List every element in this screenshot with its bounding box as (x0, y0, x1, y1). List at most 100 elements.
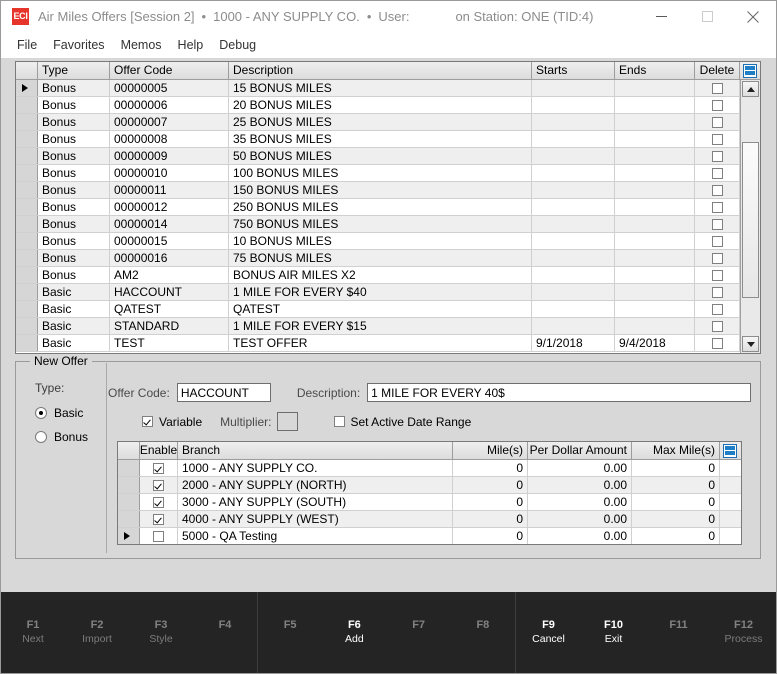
function-key-f3[interactable]: F3 Style (129, 592, 193, 646)
cell-description[interactable]: 50 BONUS MILES (229, 148, 532, 164)
row-selector-cell[interactable] (16, 131, 38, 147)
table-row[interactable]: Basic STANDARD 1 MILE FOR EVERY $15 (16, 318, 740, 335)
function-key-f2[interactable]: F2 Import (65, 592, 129, 646)
cell-offer-code[interactable]: 00000011 (110, 182, 229, 198)
function-key-f1[interactable]: F1 Next (1, 592, 65, 646)
cell-enable[interactable] (140, 511, 178, 527)
offers-header-starts[interactable]: Starts (532, 62, 615, 79)
cell-ends[interactable] (615, 216, 695, 232)
menu-item-help[interactable]: Help (170, 35, 212, 55)
cell-starts[interactable] (532, 216, 615, 232)
cell-offer-code[interactable]: 00000005 (110, 80, 229, 96)
offers-grid-menu-button[interactable] (740, 62, 760, 79)
scroll-up-button[interactable] (742, 81, 759, 97)
cell-type[interactable]: Bonus (38, 97, 110, 113)
cell-description[interactable]: 25 BONUS MILES (229, 114, 532, 130)
cell-starts[interactable]: 9/1/2018 (532, 335, 615, 351)
cell-ends[interactable] (615, 131, 695, 147)
cell-description[interactable]: TEST OFFER (229, 335, 532, 351)
cell-description[interactable]: 1 MILE FOR EVERY $15 (229, 318, 532, 334)
menu-item-file[interactable]: File (9, 35, 45, 55)
cell-delete[interactable] (695, 250, 740, 266)
table-row[interactable]: Bonus 00000016 75 BONUS MILES (16, 250, 740, 267)
enable-checkbox-icon[interactable] (153, 513, 164, 525)
menu-item-memos[interactable]: Memos (113, 35, 170, 55)
row-selector-cell[interactable] (16, 97, 38, 113)
cell-description[interactable]: 20 BONUS MILES (229, 97, 532, 113)
function-key-f8[interactable]: F8 (451, 592, 515, 633)
cell-delete[interactable] (695, 131, 740, 147)
table-row[interactable]: Bonus 00000005 15 BONUS MILES (16, 80, 740, 97)
scroll-down-button[interactable] (742, 336, 759, 352)
cell-description[interactable]: 1 MILE FOR EVERY $40 (229, 284, 532, 300)
offers-header-type[interactable]: Type (38, 62, 110, 79)
cell-delete[interactable] (695, 233, 740, 249)
cell-starts[interactable] (532, 318, 615, 334)
function-key-f6[interactable]: F6 Add (322, 592, 386, 646)
cell-offer-code[interactable]: 00000012 (110, 199, 229, 215)
cell-per-dollar-amount[interactable]: 0.00 (528, 494, 632, 510)
function-key-f10[interactable]: F10 Exit (581, 592, 646, 646)
cell-miles[interactable]: 0 (453, 494, 528, 510)
cell-delete[interactable] (695, 165, 740, 181)
cell-delete[interactable] (695, 97, 740, 113)
table-row[interactable]: Bonus AM2 BONUS AIR MILES X2 (16, 267, 740, 284)
variable-checkbox[interactable]: Variable (142, 415, 202, 429)
cell-delete[interactable] (695, 318, 740, 334)
cell-ends[interactable] (615, 182, 695, 198)
cell-branch[interactable]: 2000 - ANY SUPPLY (NORTH) (178, 477, 453, 493)
radio-option-bonus[interactable]: Bonus (35, 430, 106, 444)
cell-miles[interactable]: 0 (453, 528, 528, 544)
table-row[interactable]: 2000 - ANY SUPPLY (NORTH) 0 0.00 0 (118, 477, 741, 494)
cell-delete[interactable] (695, 301, 740, 317)
cell-per-dollar-amount[interactable]: 0.00 (528, 460, 632, 476)
cell-ends[interactable] (615, 301, 695, 317)
cell-offer-code[interactable]: 00000010 (110, 165, 229, 181)
radio-option-basic[interactable]: Basic (35, 406, 106, 420)
table-row[interactable]: 5000 - QA Testing 0 0.00 0 (118, 528, 741, 544)
table-row[interactable]: Bonus 00000011 150 BONUS MILES (16, 182, 740, 199)
table-row[interactable]: Bonus 00000015 10 BONUS MILES (16, 233, 740, 250)
row-selector-cell[interactable] (16, 301, 38, 317)
row-selector-cell[interactable] (16, 318, 38, 334)
branch-grid-menu-button[interactable] (720, 442, 740, 459)
cell-enable[interactable] (140, 460, 178, 476)
cell-starts[interactable] (532, 199, 615, 215)
branch-header-per-dollar[interactable]: Per Dollar Amount (528, 442, 632, 459)
cell-starts[interactable] (532, 267, 615, 283)
table-row[interactable]: Basic QATEST QATEST (16, 301, 740, 318)
row-selector-cell[interactable] (16, 165, 38, 181)
cell-offer-code[interactable]: 00000007 (110, 114, 229, 130)
cell-type[interactable]: Bonus (38, 267, 110, 283)
cell-starts[interactable] (532, 165, 615, 181)
cell-delete[interactable] (695, 335, 740, 351)
cell-description[interactable]: 750 BONUS MILES (229, 216, 532, 232)
cell-starts[interactable] (532, 182, 615, 198)
multiplier-input[interactable] (276, 412, 298, 431)
cell-description[interactable]: 75 BONUS MILES (229, 250, 532, 266)
delete-checkbox-icon[interactable] (711, 82, 723, 94)
cell-starts[interactable] (532, 80, 615, 96)
function-key-f5[interactable]: F5 (258, 592, 322, 633)
cell-ends[interactable] (615, 97, 695, 113)
table-row[interactable]: 3000 - ANY SUPPLY (SOUTH) 0 0.00 0 (118, 494, 741, 511)
delete-checkbox-icon[interactable] (711, 201, 723, 213)
function-key-f7[interactable]: F7 (387, 592, 451, 633)
cell-offer-code[interactable]: 00000016 (110, 250, 229, 266)
offers-header-description[interactable]: Description (229, 62, 532, 79)
cell-delete[interactable] (695, 148, 740, 164)
delete-checkbox-icon[interactable] (711, 99, 723, 111)
table-row[interactable]: Basic TEST TEST OFFER 9/1/2018 9/4/2018 (16, 335, 740, 352)
cell-starts[interactable] (532, 114, 615, 130)
offers-header-offer-code[interactable]: Offer Code (110, 62, 229, 79)
delete-checkbox-icon[interactable] (711, 286, 723, 298)
cell-type[interactable]: Bonus (38, 114, 110, 130)
table-row[interactable]: Bonus 00000008 35 BONUS MILES (16, 131, 740, 148)
cell-type[interactable]: Bonus (38, 216, 110, 232)
row-selector-cell[interactable] (16, 250, 38, 266)
cell-offer-code[interactable]: 00000015 (110, 233, 229, 249)
cell-branch[interactable]: 5000 - QA Testing (178, 528, 453, 544)
cell-type[interactable]: Basic (38, 318, 110, 334)
table-row[interactable]: 1000 - ANY SUPPLY CO. 0 0.00 0 (118, 460, 741, 477)
cell-ends[interactable] (615, 199, 695, 215)
